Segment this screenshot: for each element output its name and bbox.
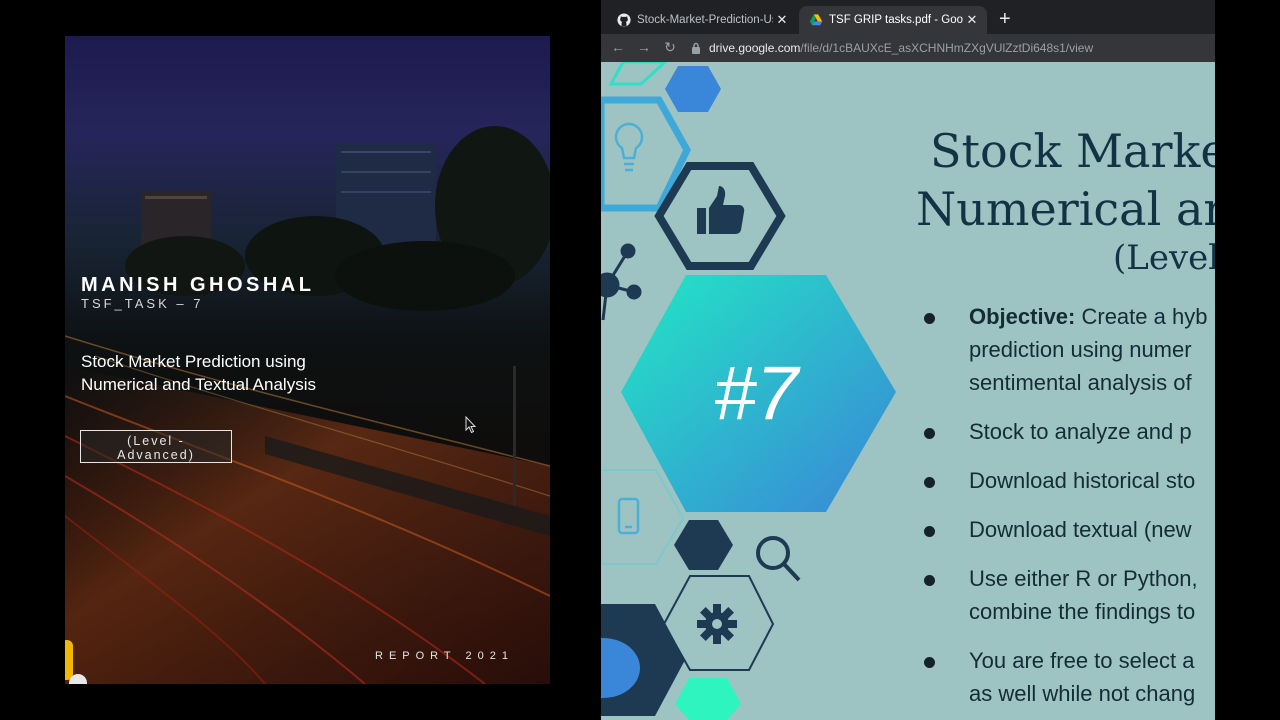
tab-google-drive-pdf[interactable]: TSF GRIP tasks.pdf - Google D ✕ bbox=[799, 6, 987, 34]
slide-title: Stock Marke Numerical ar bbox=[916, 122, 1215, 238]
bullet-language: Use either R or Python, combine the find… bbox=[921, 562, 1215, 628]
pdf-viewer[interactable]: #7 Stock Marke Numerical ar (Level Objec… bbox=[601, 62, 1215, 720]
new-tab-button[interactable]: + bbox=[999, 8, 1011, 30]
bullet-objective: Objective: Create a hyb prediction using… bbox=[921, 300, 1215, 399]
bullet-text: Download textual (new bbox=[969, 517, 1192, 542]
hexagon-blue bbox=[665, 66, 721, 112]
browser-window: Stock-Market-Prediction-Using ✕ TSF GRIP… bbox=[601, 0, 1215, 720]
magnifier-icon bbox=[756, 536, 801, 582]
google-drive-icon bbox=[809, 14, 823, 26]
bullet-dot bbox=[924, 428, 935, 439]
tab-title: Stock-Market-Prediction-Using bbox=[637, 14, 773, 26]
bullet-text: combine the findings to bbox=[969, 599, 1196, 624]
level-badge: (Level - Advanced) bbox=[80, 430, 232, 463]
browser-toolbar: ← → ↻ drive.google.com/file/d/1cBAUXcE_a… bbox=[601, 34, 1215, 62]
bullet-bold: Objective: bbox=[969, 304, 1076, 329]
bullet-text: You are free to select a bbox=[969, 648, 1195, 673]
hexagon-outline-top bbox=[608, 62, 668, 86]
bullet-text: Use either R or Python, bbox=[969, 566, 1198, 591]
bullet-historical: Download historical sto bbox=[921, 464, 1215, 497]
bullet-stock: Stock to analyze and p bbox=[921, 415, 1215, 448]
close-tab-icon[interactable]: ✕ bbox=[963, 12, 981, 28]
share-network-icon bbox=[601, 243, 642, 321]
task-bullet-list: Objective: Create a hyb prediction using… bbox=[921, 300, 1215, 720]
address-bar[interactable]: drive.google.com/file/d/1cBAUXcE_asXCHNH… bbox=[691, 37, 1211, 59]
task-label: TSF_TASK – 7 bbox=[81, 296, 204, 311]
bullet-free-select: You are free to select a as well while n… bbox=[921, 644, 1215, 710]
lightbulb-icon bbox=[614, 122, 644, 172]
hexagon-navy-small bbox=[674, 520, 733, 570]
author-name: MANISH GHOSHAL bbox=[81, 274, 315, 296]
bullet-dot bbox=[924, 657, 935, 668]
bullet-text: as well while not chang bbox=[969, 681, 1196, 706]
gear-icon bbox=[697, 604, 737, 644]
hexagon-phone-frame bbox=[601, 469, 685, 565]
close-tab-icon[interactable]: ✕ bbox=[773, 12, 791, 28]
github-icon bbox=[617, 13, 631, 27]
bullet-text: Stock to analyze and p bbox=[969, 419, 1192, 444]
subtitle-line-1: Stock Market Prediction using bbox=[81, 352, 306, 371]
back-icon[interactable]: ← bbox=[609, 39, 627, 55]
level-line-1: (Level - bbox=[127, 434, 185, 448]
url-host: drive.google.com bbox=[709, 41, 801, 55]
report-cover: MANISH GHOSHAL TSF_TASK – 7 Stock Market… bbox=[65, 36, 550, 684]
decorative-shape bbox=[65, 640, 73, 680]
slide-level: (Level bbox=[1113, 238, 1215, 278]
tab-github-repo[interactable]: Stock-Market-Prediction-Using ✕ bbox=[607, 6, 797, 34]
mouse-pointer-icon bbox=[465, 416, 477, 434]
bullet-text: Download historical sto bbox=[969, 468, 1196, 493]
phone-icon bbox=[617, 497, 640, 535]
tab-title: TSF GRIP tasks.pdf - Google D bbox=[829, 14, 963, 26]
lock-icon bbox=[692, 42, 700, 54]
bullet-dot bbox=[924, 313, 935, 324]
slide-number: #7 bbox=[713, 351, 799, 436]
forward-icon[interactable]: → bbox=[635, 39, 653, 55]
bullet-text: prediction using numer bbox=[969, 337, 1192, 362]
bullet-dot bbox=[924, 575, 935, 586]
bullet-text: Create a hyb bbox=[1075, 304, 1208, 329]
url-path: /file/d/1cBAUXcE_asXCHNHmZXgVUlZztDi648s… bbox=[800, 41, 1094, 55]
slide-title-line-1: Stock Marke bbox=[930, 124, 1215, 178]
reload-icon[interactable]: ↻ bbox=[661, 39, 679, 56]
hexagon-teal-bottom bbox=[675, 678, 741, 720]
subtitle-line-2: Numerical and Textual Analysis bbox=[81, 375, 316, 394]
level-line-2: Advanced) bbox=[117, 448, 195, 462]
bullet-dot bbox=[924, 526, 935, 537]
slide-title-line-2: Numerical ar bbox=[916, 182, 1215, 236]
thumbs-up-icon bbox=[697, 186, 745, 234]
report-year: REPORT 2021 bbox=[375, 650, 514, 662]
bullet-text: sentimental analysis of bbox=[969, 370, 1192, 395]
bullet-dot bbox=[924, 477, 935, 488]
tab-bar: Stock-Market-Prediction-Using ✕ TSF GRIP… bbox=[601, 0, 1215, 38]
report-subtitle: Stock Market Prediction using Numerical … bbox=[81, 350, 381, 396]
bullet-textual: Download textual (new bbox=[921, 513, 1215, 546]
